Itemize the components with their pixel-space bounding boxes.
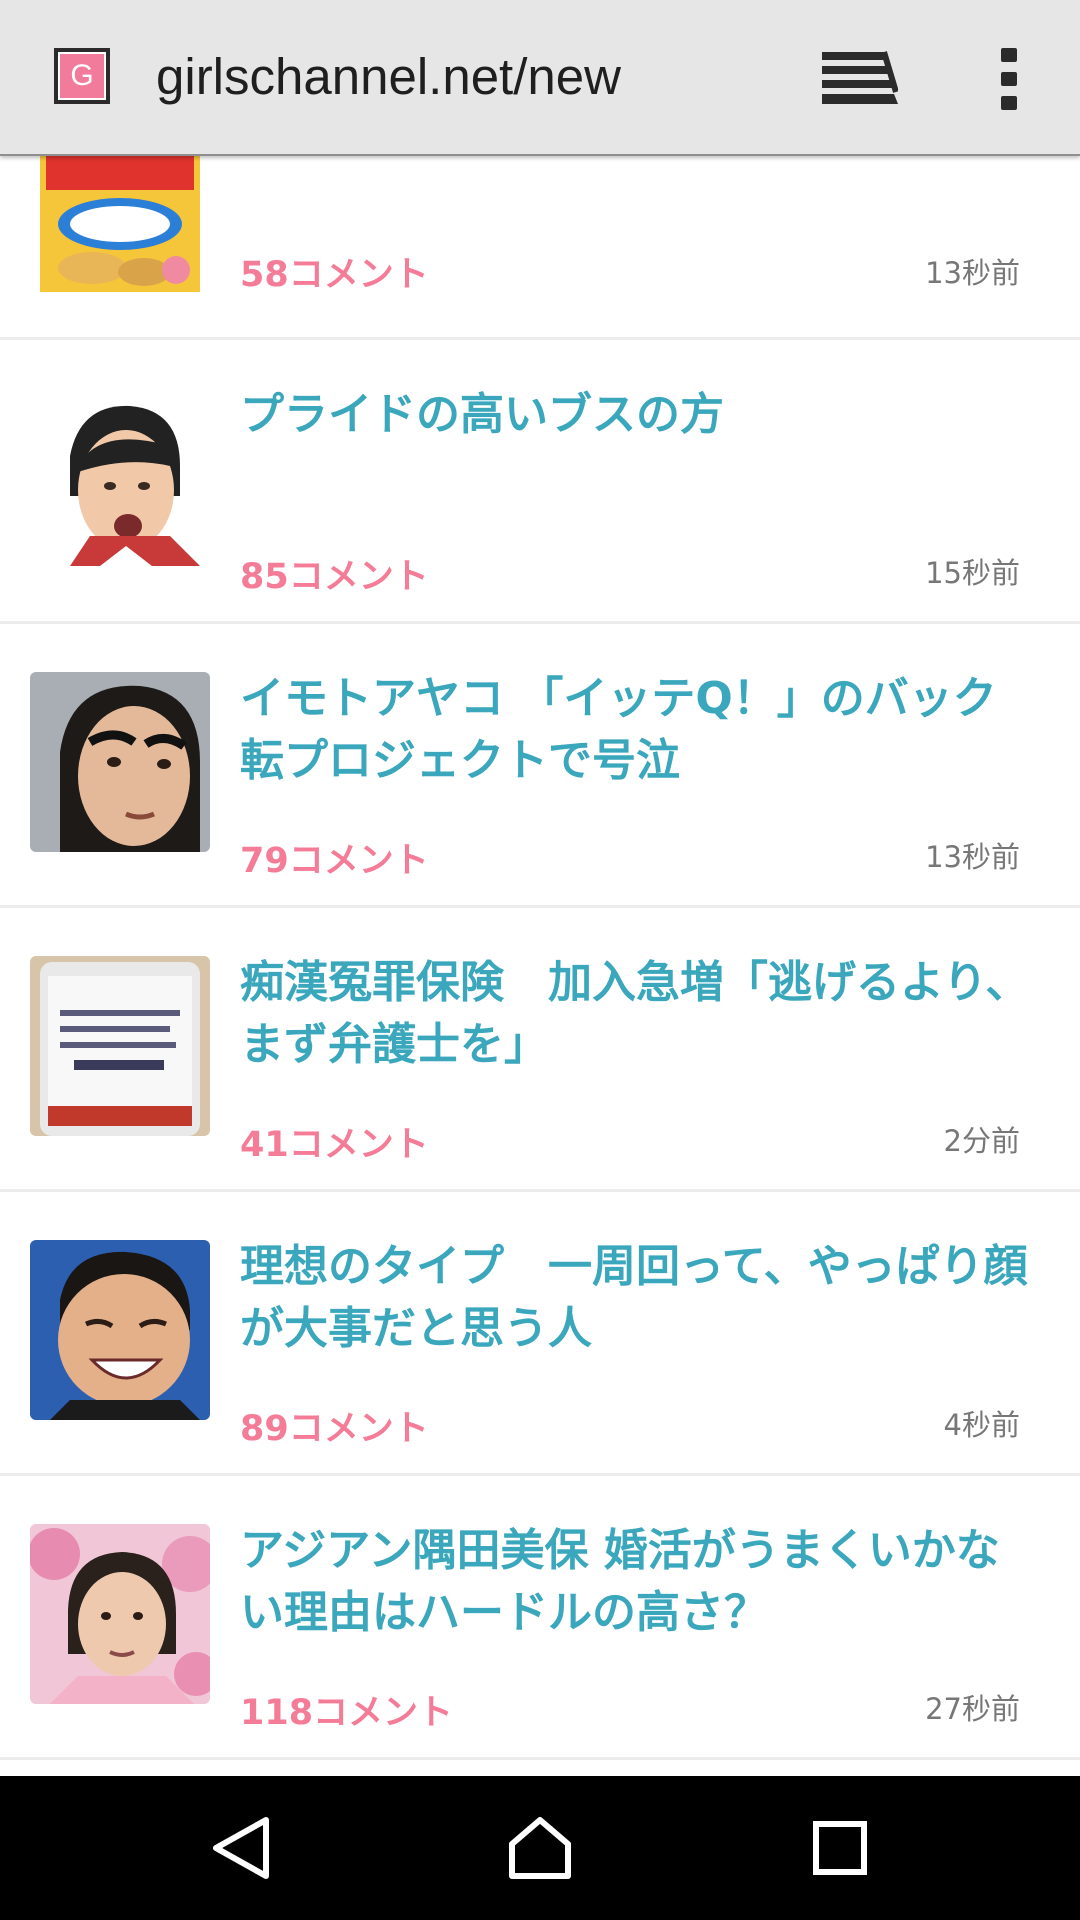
post-time: 27秒前 xyxy=(925,1692,1020,1726)
comment-count: 89コメント xyxy=(240,1409,429,1449)
recents-square-icon[interactable] xyxy=(806,1814,874,1882)
browser-toolbar: G girlschannel.net/new xyxy=(0,0,1080,156)
comment-count: 41コメント xyxy=(240,1125,429,1165)
article-item[interactable]: 理想のタイプ 一周回って、やっぱり顔が大事だと思う人 89コメント 4秒前 xyxy=(0,1192,1080,1476)
tab-stack-icon[interactable] xyxy=(822,48,899,108)
article-item[interactable]: イモトアヤコ 「イッテQ！」のバック転プロジェクトで号泣 79コメント 13秒前 xyxy=(0,624,1080,908)
home-icon[interactable] xyxy=(506,1814,574,1882)
system-nav-bar xyxy=(0,1776,1080,1920)
overflow-menu-icon[interactable] xyxy=(994,46,1024,112)
article-title[interactable]: イモトアヤコ 「イッテQ！」のバック転プロジェクトで号泣 xyxy=(240,668,1030,792)
article-item[interactable]: 痴漢冤罪保険 加入急増「逃げるより、まず弁護士を」 41コメント 2分前 xyxy=(0,908,1080,1192)
comment-count: 118コメント xyxy=(240,1693,454,1733)
post-time: 13秒前 xyxy=(925,840,1020,874)
post-time: 4秒前 xyxy=(943,1408,1020,1442)
post-time: 15秒前 xyxy=(925,556,1020,590)
article-thumbnail[interactable] xyxy=(30,1240,210,1420)
article-title[interactable]: プライドの高いブスの方 xyxy=(240,384,1030,446)
comment-count: 58コメント xyxy=(240,255,429,295)
comment-count: 79コメント xyxy=(240,841,429,881)
article-thumbnail[interactable] xyxy=(30,956,210,1136)
article-thumbnail[interactable] xyxy=(30,672,210,852)
article-title[interactable]: 理想のタイプ 一周回って、やっぱり顔が大事だと思う人 xyxy=(240,1236,1030,1360)
post-time: 13秒前 xyxy=(925,256,1020,290)
article-thumbnail[interactable] xyxy=(30,386,210,566)
comment-count: 85コメント xyxy=(240,557,429,597)
article-title[interactable]: アジアン隅田美保 婚活がうまくいかない理由はハードルの高さ？ xyxy=(240,1520,1030,1644)
favicon-letter: G xyxy=(60,54,104,98)
article-thumbnail[interactable] xyxy=(30,1524,210,1704)
url-bar[interactable]: girlschannel.net/new xyxy=(156,42,621,112)
article-item[interactable]: プライドの高いブスの方 85コメント 15秒前 xyxy=(0,340,1080,624)
site-favicon: G xyxy=(54,48,110,104)
post-time: 2分前 xyxy=(943,1124,1020,1158)
article-item[interactable]: アジアン隅田美保 婚活がうまくいかない理由はハードルの高さ？ 118コメント 2… xyxy=(0,1476,1080,1760)
article-thumbnail[interactable] xyxy=(40,144,200,292)
article-title[interactable]: 痴漢冤罪保険 加入急増「逃げるより、まず弁護士を」 xyxy=(240,952,1030,1076)
back-triangle-icon[interactable] xyxy=(208,1814,276,1882)
